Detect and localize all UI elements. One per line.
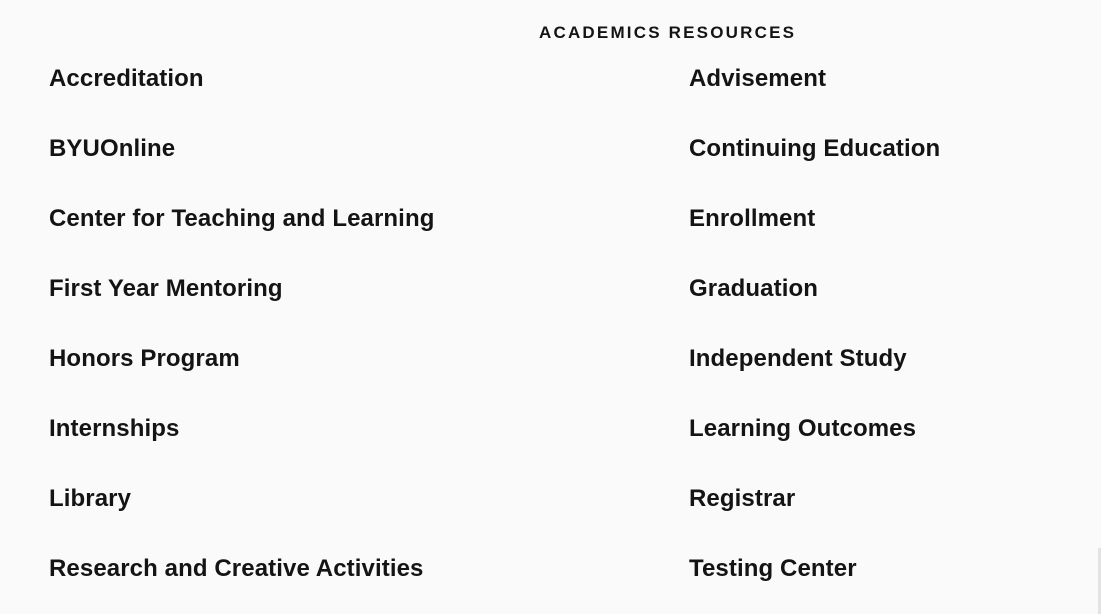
link-first-year-mentoring[interactable]: First Year Mentoring [49, 272, 283, 306]
list-item: Honors Program [49, 342, 434, 412]
list-item: Accreditation [49, 62, 434, 132]
link-learning-outcomes[interactable]: Learning Outcomes [689, 412, 916, 446]
link-enrollment[interactable]: Enrollment [689, 202, 815, 236]
list-item: Testing Center [689, 552, 940, 614]
link-byuonline[interactable]: BYUOnline [49, 132, 175, 166]
list-item: Library [49, 482, 434, 552]
section-heading-academics-resources: ACADEMICS RESOURCES [539, 23, 797, 42]
list-item: Enrollment [689, 202, 940, 272]
link-advisement[interactable]: Advisement [689, 62, 826, 96]
list-item: BYUOnline [49, 132, 434, 202]
link-continuing-education[interactable]: Continuing Education [689, 132, 940, 166]
list-item: Internships [49, 412, 434, 482]
list-item: First Year Mentoring [49, 272, 434, 342]
academics-links-right-column: Advisement Continuing Education Enrollme… [689, 62, 940, 614]
list-item: Continuing Education [689, 132, 940, 202]
list-item: Center for Teaching and Learning [49, 202, 434, 272]
list-item: Graduation [689, 272, 940, 342]
link-research-and-creative-activities[interactable]: Research and Creative Activities [49, 552, 424, 586]
link-testing-center[interactable]: Testing Center [689, 552, 857, 586]
list-item: Research and Creative Activities [49, 552, 434, 614]
link-registrar[interactable]: Registrar [689, 482, 795, 516]
link-honors-program[interactable]: Honors Program [49, 342, 240, 376]
link-internships[interactable]: Internships [49, 412, 179, 446]
link-accreditation[interactable]: Accreditation [49, 62, 204, 96]
academics-links-left-column: Accreditation BYUOnline Center for Teach… [49, 62, 434, 614]
link-independent-study[interactable]: Independent Study [689, 342, 907, 376]
link-library[interactable]: Library [49, 482, 131, 516]
link-graduation[interactable]: Graduation [689, 272, 818, 306]
link-center-for-teaching-and-learning[interactable]: Center for Teaching and Learning [49, 202, 434, 236]
list-item: Advisement [689, 62, 940, 132]
list-item: Learning Outcomes [689, 412, 940, 482]
list-item: Independent Study [689, 342, 940, 412]
list-item: Registrar [689, 482, 940, 552]
